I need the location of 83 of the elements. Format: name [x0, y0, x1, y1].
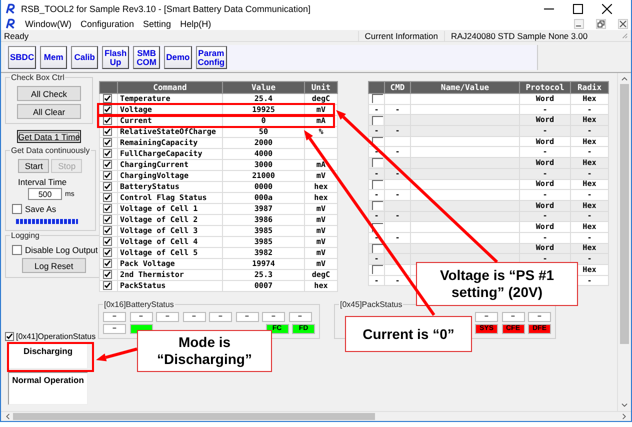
- checkbox[interactable]: [103, 237, 112, 246]
- menu-item[interactable]: Setting: [143, 18, 172, 28]
- checkbox-label: Disable Log Output: [25, 245, 98, 255]
- group-title: [0x45]PackStatus: [339, 300, 404, 309]
- scroll-left-icon[interactable]: [5, 413, 10, 420]
- close-button[interactable]: [602, 4, 612, 14]
- checkbox[interactable]: [103, 270, 112, 279]
- menu-item[interactable]: Window(W): [25, 18, 72, 28]
- toolbar-button[interactable]: Mem: [40, 46, 68, 69]
- status-label: Current Information: [358, 30, 444, 40]
- column-header: Value: [222, 82, 304, 94]
- checkbox[interactable]: [103, 215, 112, 224]
- checkbox[interactable]: [103, 171, 112, 180]
- column-header: Name/Value: [410, 82, 520, 94]
- checkbox-label: Save As: [25, 204, 56, 214]
- window-title: RSB_TOOL2 for Sample Rev3.10 - [Smart Battery Data Communication]: [21, 4, 310, 14]
- checkbox[interactable]: [103, 226, 112, 235]
- scroll-down-icon[interactable]: [621, 403, 628, 408]
- checkbox[interactable]: [372, 265, 383, 274]
- checkbox[interactable]: [103, 182, 112, 191]
- checkbox[interactable]: [372, 158, 383, 168]
- checkbox[interactable]: [103, 259, 112, 268]
- toolbar-button[interactable]: Flash Up: [102, 46, 130, 69]
- checkbox[interactable]: [103, 149, 112, 158]
- app-icon: [5, 3, 16, 14]
- restore-button[interactable]: [596, 18, 606, 28]
- checkbox[interactable]: [12, 204, 22, 214]
- status-display: Discharging: [8, 343, 88, 369]
- status-value: RAJ240080 STD Sample None 3.00: [444, 30, 621, 40]
- checkbox[interactable]: [5, 332, 14, 341]
- start-button[interactable]: Start: [18, 159, 50, 173]
- checkbox[interactable]: [372, 201, 383, 210]
- app-icon: [5, 18, 16, 29]
- group-title: [0x16]BatteryStatus: [103, 300, 175, 309]
- checkbox[interactable]: [103, 281, 112, 290]
- button[interactable]: All Clear: [17, 104, 81, 119]
- group-title: Get Data continuously: [10, 146, 91, 155]
- interval-field[interactable]: 500: [28, 188, 62, 200]
- close-button[interactable]: [618, 18, 628, 28]
- status-text: Ready: [4, 30, 29, 40]
- checkbox[interactable]: [103, 94, 112, 103]
- column-header: Command: [118, 82, 222, 94]
- column-header: CMD: [384, 82, 410, 94]
- toolbar-button[interactable]: Param Config: [196, 46, 227, 69]
- resize-grip-icon: [621, 32, 628, 39]
- callout: Current is “0”: [345, 316, 472, 352]
- group-title: Check Box Ctrl: [10, 73, 66, 82]
- button[interactable]: Get Data 1 Time: [17, 130, 81, 143]
- button[interactable]: All Check: [17, 86, 81, 101]
- field-label: Interval Time: [18, 177, 68, 187]
- checkbox[interactable]: [12, 245, 22, 255]
- checkbox[interactable]: [103, 204, 112, 213]
- checkbox[interactable]: [103, 160, 112, 169]
- group-title: Logging: [10, 231, 40, 240]
- scrollbar-thumb[interactable]: [13, 413, 375, 420]
- menu-item[interactable]: Help(H): [180, 18, 212, 28]
- checkbox[interactable]: [103, 248, 112, 257]
- checkbox[interactable]: [103, 105, 112, 114]
- callout: Mode is “Discharging”: [137, 330, 272, 372]
- checkbox[interactable]: [372, 116, 383, 125]
- column-header: Unit: [304, 82, 338, 94]
- button[interactable]: Log Reset: [22, 258, 86, 273]
- maximize-button[interactable]: [573, 4, 583, 14]
- status-display: Normal Operation: [8, 372, 88, 405]
- toolbar-button[interactable]: Demo: [164, 46, 192, 69]
- scrollbar-thumb[interactable]: [620, 84, 629, 344]
- callout: Voltage is “PS #1 setting” (20V): [416, 262, 578, 306]
- toolbar-button[interactable]: SMB COM: [133, 46, 160, 69]
- menu-item[interactable]: Configuration: [80, 18, 134, 28]
- checkbox[interactable]: [372, 94, 383, 104]
- header-cell: [368, 82, 384, 94]
- column-header: Radix: [570, 82, 608, 94]
- toolbar-button[interactable]: SBDC: [8, 46, 36, 69]
- arrow: [96, 348, 138, 362]
- group-title: [0x41]OperationStatus: [16, 332, 96, 341]
- minimize-button[interactable]: [574, 18, 584, 28]
- scroll-right-icon[interactable]: [622, 413, 627, 420]
- column-header: Protocol: [520, 82, 570, 94]
- checkbox[interactable]: [103, 193, 112, 202]
- scroll-up-icon[interactable]: [621, 76, 628, 81]
- header-cell: [100, 82, 118, 94]
- checkbox[interactable]: [103, 138, 112, 147]
- toolbar-button[interactable]: Calib: [71, 46, 98, 69]
